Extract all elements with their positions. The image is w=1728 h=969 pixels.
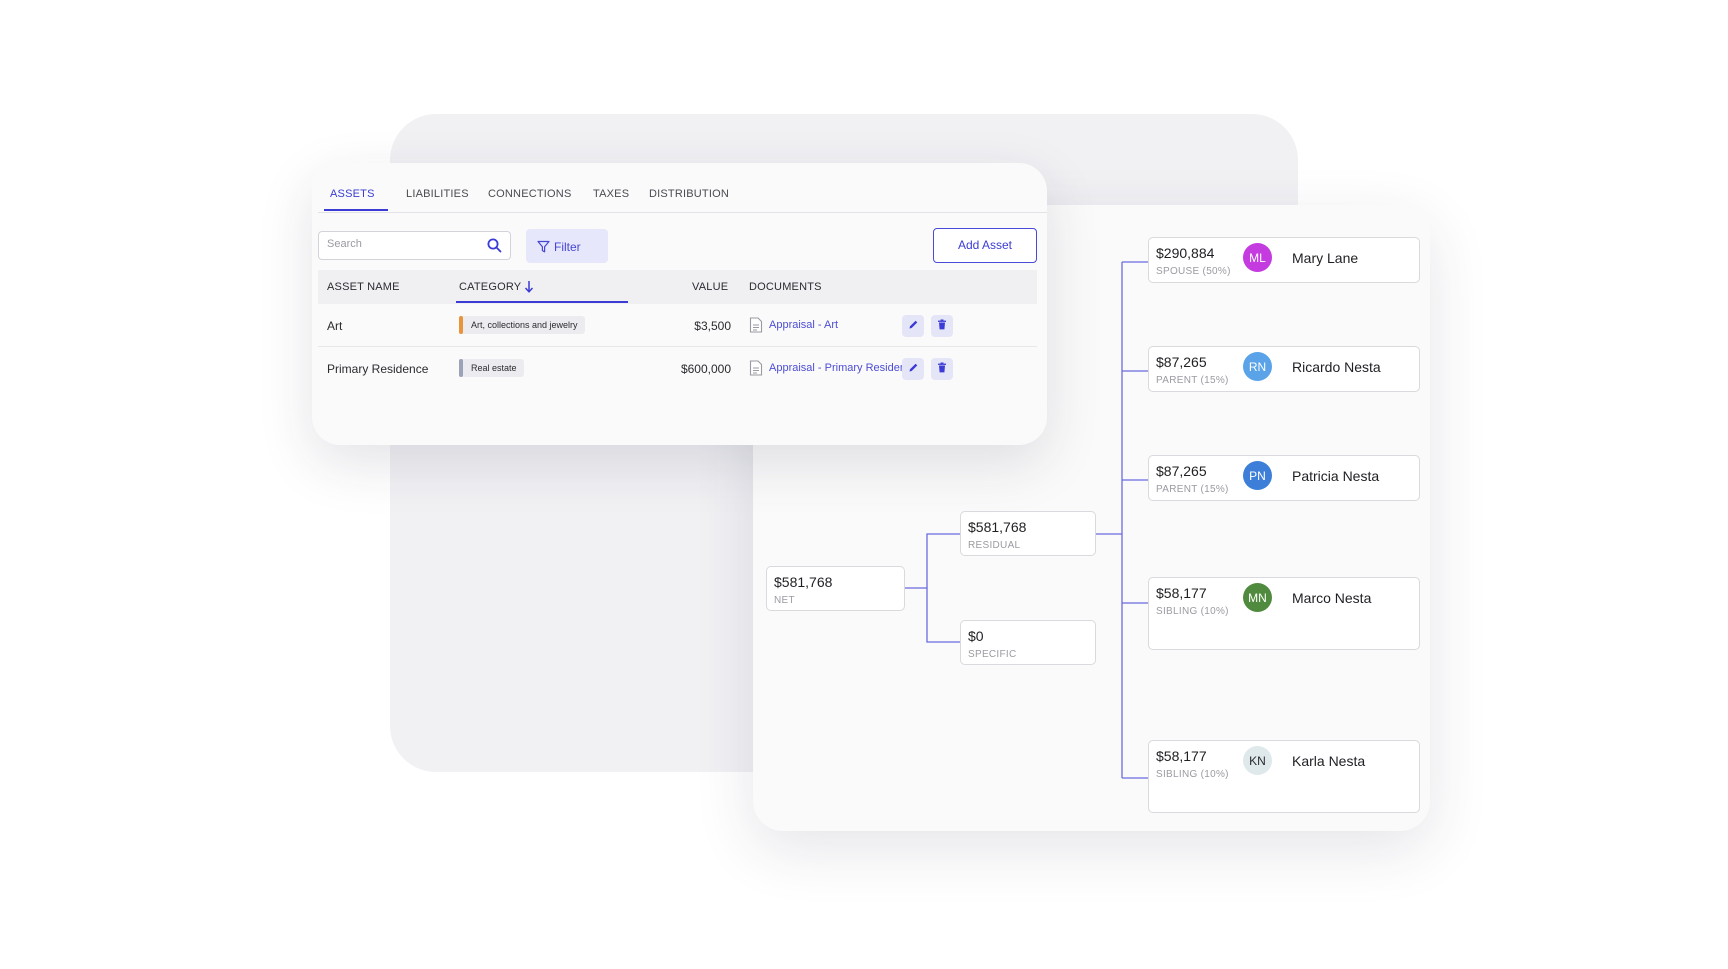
- heir-amount: $87,265: [1156, 354, 1207, 370]
- avatar: KN: [1243, 746, 1272, 775]
- net-to-specific-connector: [926, 588, 960, 643]
- search-input[interactable]: [327, 238, 477, 250]
- specific-node[interactable]: $0 SPECIFIC: [960, 620, 1096, 665]
- active-tab-indicator: [324, 209, 388, 211]
- tab-liabilities[interactable]: LIABILITIES: [406, 186, 469, 213]
- avatar: ML: [1243, 243, 1272, 272]
- category-chip: Real estate: [459, 359, 524, 377]
- column-header-asset-name[interactable]: ASSET NAME: [327, 281, 400, 293]
- filter-label: Filter: [554, 240, 581, 254]
- heir-amount: $58,177: [1156, 748, 1207, 764]
- delete-button[interactable]: [931, 315, 953, 337]
- heir-relation: PARENT (15%): [1156, 484, 1229, 495]
- assets-card: ASSETS LIABILITIES CONNECTIONS TAXES DIS…: [312, 163, 1047, 445]
- delete-button[interactable]: [931, 358, 953, 380]
- residual-label: RESIDUAL: [968, 540, 1021, 551]
- filter-button[interactable]: Filter: [526, 229, 608, 263]
- net-amount: $581,768: [774, 574, 833, 590]
- specific-label: SPECIFIC: [968, 649, 1017, 660]
- document-icon: [749, 317, 763, 338]
- residual-amount: $581,768: [968, 519, 1027, 535]
- column-header-value[interactable]: VALUE: [692, 281, 728, 293]
- heir-name: Patricia Nesta: [1292, 468, 1380, 484]
- net-node[interactable]: $581,768 NET: [766, 566, 905, 611]
- asset-name: Primary Residence: [327, 362, 429, 376]
- pencil-icon: [908, 360, 919, 378]
- table-row[interactable]: Art Art, collections and jewelry $3,500 …: [318, 304, 1037, 347]
- document-icon: [749, 360, 763, 381]
- heir-amount: $58,177: [1156, 585, 1207, 601]
- heir-card[interactable]: $87,265 PARENT (15%) PN Patricia Nesta: [1148, 455, 1420, 501]
- heir-card[interactable]: $87,265 PARENT (15%) RN Ricardo Nesta: [1148, 346, 1420, 392]
- edit-button[interactable]: [902, 358, 924, 380]
- tab-connections[interactable]: CONNECTIONS: [488, 186, 571, 213]
- tab-taxes[interactable]: TAXES: [593, 186, 629, 213]
- specific-amount: $0: [968, 628, 984, 644]
- asset-name: Art: [327, 319, 343, 333]
- table-row[interactable]: Primary Residence Real estate $600,000 A…: [318, 347, 1037, 390]
- document-link[interactable]: Appraisal - Art: [769, 319, 838, 331]
- heir-name: Karla Nesta: [1292, 753, 1366, 769]
- heir-card[interactable]: $290,884 SPOUSE (50%) ML Mary Lane: [1148, 237, 1420, 283]
- heir-name: Ricardo Nesta: [1292, 359, 1381, 375]
- heir-amount: $290,884: [1156, 245, 1215, 261]
- avatar: MN: [1243, 583, 1272, 612]
- residual-node[interactable]: $581,768 RESIDUAL: [960, 511, 1096, 556]
- category-color-bar: [459, 359, 463, 377]
- document-link[interactable]: Appraisal - Primary Residence: [769, 362, 918, 374]
- asset-value: $600,000: [680, 362, 731, 376]
- heir-name: Marco Nesta: [1292, 590, 1372, 606]
- table-header: ASSET NAME CATEGORY VALUE DOCUMENTS: [318, 270, 1037, 304]
- category-label: Real estate: [471, 363, 517, 373]
- net-label: NET: [774, 595, 795, 606]
- heir-relation: SIBLING (10%): [1156, 606, 1229, 617]
- search-box[interactable]: [318, 231, 511, 260]
- asset-value: $3,500: [694, 319, 731, 333]
- page: $581,768 NET $581,768 RESIDUAL $0 SPECIF…: [0, 0, 1728, 969]
- category-color-bar: [459, 316, 463, 334]
- avatar: RN: [1243, 352, 1272, 381]
- category-label: Art, collections and jewelry: [471, 320, 578, 330]
- search-icon[interactable]: [487, 238, 502, 258]
- column-header-category[interactable]: CATEGORY: [459, 281, 521, 293]
- edit-button[interactable]: [902, 315, 924, 337]
- heir-relation: SPOUSE (50%): [1156, 266, 1231, 277]
- avatar: PN: [1243, 461, 1272, 490]
- heir-card[interactable]: $58,177 SIBLING (10%) MN Marco Nesta: [1148, 577, 1420, 650]
- net-to-residual-connector: [905, 533, 960, 589]
- sort-indicator: [456, 301, 628, 303]
- column-header-documents[interactable]: DOCUMENTS: [749, 281, 822, 293]
- filter-icon: [537, 240, 550, 256]
- tab-distribution[interactable]: DISTRIBUTION: [649, 186, 729, 213]
- heir-amount: $87,265: [1156, 463, 1207, 479]
- trash-icon: [937, 360, 947, 378]
- arrow-down-icon[interactable]: [524, 280, 534, 298]
- tab-bar: ASSETS LIABILITIES CONNECTIONS TAXES DIS…: [318, 186, 1047, 213]
- heir-relation: PARENT (15%): [1156, 375, 1229, 386]
- heir-relation: SIBLING (10%): [1156, 769, 1229, 780]
- heir-name: Mary Lane: [1292, 250, 1359, 266]
- trash-icon: [937, 317, 947, 335]
- category-chip: Art, collections and jewelry: [459, 316, 585, 334]
- pencil-icon: [908, 317, 919, 335]
- heir-card[interactable]: $58,177 SIBLING (10%) KN Karla Nesta: [1148, 740, 1420, 813]
- add-asset-button[interactable]: Add Asset: [933, 228, 1037, 263]
